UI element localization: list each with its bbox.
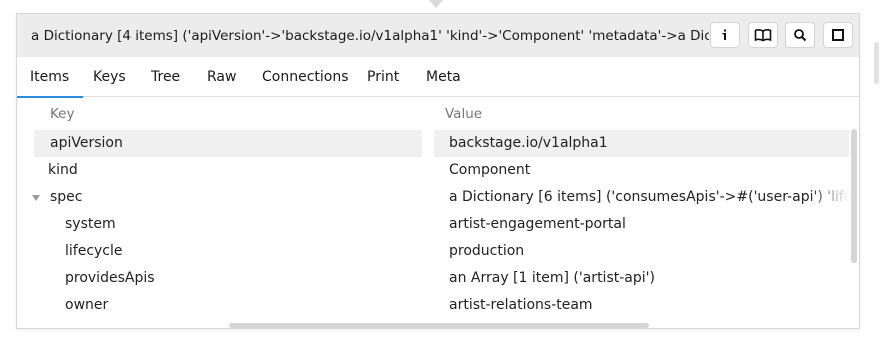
value-cell: a Dictionary [6 items] ('consumesApis'->… [434, 184, 849, 211]
truncation-fade [809, 184, 849, 211]
key-cell: kind [34, 157, 422, 184]
tab-raw[interactable]: Raw [207, 57, 236, 97]
key-cell: lifecycle [34, 238, 422, 265]
value-cell: backstage.io/v1alpha1 [434, 130, 849, 157]
table-row[interactable]: apiVersion backstage.io/v1alpha1 [17, 130, 853, 157]
row-key: providesApis [65, 270, 155, 286]
key-cell: apiVersion [34, 130, 422, 157]
tab-meta[interactable]: Meta [426, 57, 461, 97]
browse-button[interactable] [748, 22, 778, 48]
key-cell: spec [32, 184, 422, 211]
value-cell: an Array [1 item] ('artist-api') [449, 270, 655, 286]
row-key: kind [48, 162, 78, 178]
key-cell: owner [34, 292, 422, 317]
row-key: apiVersion [50, 135, 123, 151]
tab-items[interactable]: Items [17, 57, 84, 98]
inspector-header: a Dictionary [4 items] ('apiVersion'->'b… [17, 14, 859, 57]
vertical-scrollbar[interactable] [851, 129, 857, 263]
value-cell: artist-relations-team [449, 297, 593, 313]
row-value: a Dictionary [6 items] ('consumesApis'->… [449, 189, 849, 205]
inspect-button[interactable] [785, 22, 815, 48]
table-row[interactable]: lifecycle production [17, 238, 853, 265]
value-cell: artist-engagement-portal [449, 216, 626, 232]
table-row[interactable]: spec a Dictionary [6 items] ('consumesAp… [17, 184, 853, 211]
search-icon [793, 28, 807, 42]
inspector-panel: a Dictionary [4 items] ('apiVersion'->'b… [16, 13, 860, 329]
value-cell: Component [449, 162, 531, 178]
tab-connections[interactable]: Connections [262, 57, 349, 97]
tab-tree[interactable]: Tree [151, 57, 180, 97]
table-row[interactable]: owner artist-relations-team [17, 292, 853, 317]
maximize-button[interactable] [823, 22, 853, 48]
expand-caret-icon[interactable] [32, 195, 40, 201]
popover-pointer [429, 0, 443, 8]
tab-keys[interactable]: Keys [93, 57, 126, 97]
info-button[interactable] [710, 22, 740, 48]
key-cell: providesApis [34, 265, 422, 292]
tab-print[interactable]: Print [367, 57, 399, 97]
row-key: owner [65, 297, 109, 313]
value-cell: production [449, 243, 525, 259]
table-row[interactable]: kind Component [17, 157, 853, 184]
tab-bar: Items Keys Tree Raw Connections Print Me… [17, 57, 859, 98]
row-key: spec [50, 189, 83, 205]
value-column-header[interactable]: Value [445, 106, 482, 122]
info-icon [718, 28, 732, 42]
inspector-title: a Dictionary [4 items] ('apiVersion'->'b… [31, 28, 709, 44]
table-row[interactable]: system artist-engagement-portal [17, 211, 853, 238]
table-row[interactable]: providesApis an Array [1 item] ('artist-… [17, 265, 853, 292]
row-key: system [65, 216, 116, 232]
horizontal-scrollbar[interactable] [229, 323, 649, 328]
row-key: lifecycle [65, 243, 123, 259]
outer-scrollbar[interactable] [874, 42, 879, 84]
square-icon [831, 28, 845, 42]
key-column-header[interactable]: Key [50, 106, 74, 122]
items-table: apiVersion backstage.io/v1alpha1 kind Co… [17, 130, 853, 317]
book-icon [754, 28, 772, 42]
key-cell: system [34, 211, 422, 238]
